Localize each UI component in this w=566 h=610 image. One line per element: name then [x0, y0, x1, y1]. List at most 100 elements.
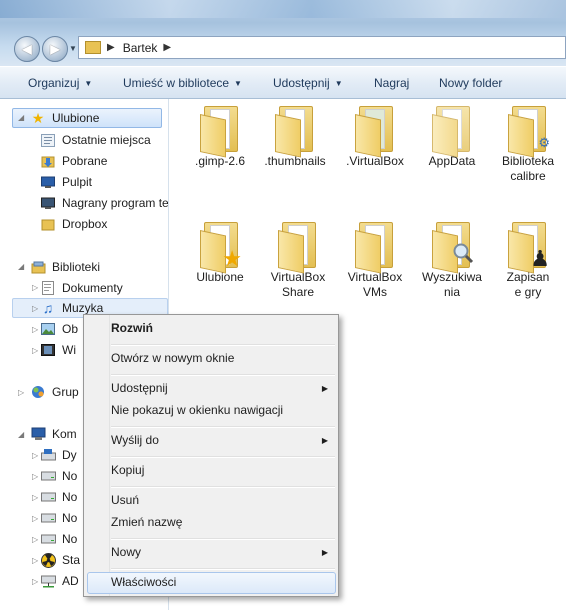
hard-drive-icon	[40, 490, 56, 504]
folder-virtualbox-share-label: VirtualBox Share	[270, 270, 326, 299]
collapse-icon[interactable]: ◢	[18, 262, 24, 271]
burn-button[interactable]: Nagraj	[374, 76, 409, 90]
nav-videos[interactable]: Wi	[40, 341, 76, 359]
libraries-icon	[30, 260, 46, 274]
menu-separator	[111, 374, 335, 376]
folder-chess-icon: ♟	[508, 222, 550, 274]
expand-icon[interactable]: ▷	[32, 346, 38, 355]
address-bar[interactable]: ▶ Bartek ▶	[78, 36, 566, 59]
folder-star-icon: ★	[200, 222, 242, 274]
recent-places-icon	[40, 133, 56, 147]
dropdown-arrow-icon: ▼	[234, 79, 242, 88]
expand-icon[interactable]: ▷	[32, 514, 38, 523]
menu-item-rename[interactable]: Zmień nazwę	[111, 515, 182, 529]
nav-drive-1-label: No	[62, 469, 78, 483]
nav-computer[interactable]: Kom	[30, 425, 77, 443]
expand-icon[interactable]: ▷	[32, 535, 38, 544]
expand-icon[interactable]: ▷	[32, 325, 38, 334]
nav-pictures[interactable]: Ob	[40, 320, 78, 338]
expand-icon[interactable]: ▷	[32, 283, 38, 292]
collapse-icon[interactable]: ◢	[18, 430, 24, 439]
nav-documents[interactable]: Dokumenty	[40, 279, 123, 297]
expand-icon[interactable]: ▷	[32, 493, 38, 502]
folder-calibre-library[interactable]: ⚙ Biblioteka calibre	[490, 106, 566, 184]
menu-item-send-to[interactable]: Wyślij do	[111, 433, 159, 447]
folder-virtualbox-vms-label: VirtualBox VMs	[347, 270, 403, 299]
folder-virtualbox-vms[interactable]: VirtualBox VMs	[337, 222, 413, 300]
nav-drive-1[interactable]: No	[40, 467, 77, 485]
menu-item-properties[interactable]: Właściwości	[111, 575, 176, 589]
downloads-folder-icon	[40, 154, 56, 168]
share-label: Udostępnij	[273, 76, 330, 90]
expand-icon[interactable]: ▷	[32, 472, 38, 481]
expand-icon[interactable]: ▷	[32, 577, 38, 586]
folder-saved-games[interactable]: ♟ Zapisane gry	[490, 222, 566, 300]
nav-dropbox[interactable]: Dropbox	[40, 215, 107, 233]
submenu-arrow-icon: ▶	[321, 384, 328, 393]
menu-item-new[interactable]: Nowy	[111, 545, 141, 559]
folder-gimp[interactable]: .gimp-2.6	[182, 106, 258, 169]
menu-item-share[interactable]: Udostępnij	[111, 381, 168, 395]
back-button[interactable]: ◀	[14, 36, 40, 62]
dropdown-arrow-icon: ▼	[84, 79, 93, 88]
expand-icon[interactable]: ▷	[18, 388, 24, 397]
nav-drive-4[interactable]: No	[40, 530, 77, 548]
nav-drive-0-label: Dy	[62, 448, 77, 462]
menu-separator	[111, 426, 335, 428]
menu-item-open-new-window[interactable]: Otwórz w nowym oknie	[111, 351, 234, 365]
folder-thumbnails[interactable]: .thumbnails	[257, 106, 333, 169]
folder-icon	[432, 106, 472, 158]
expand-icon[interactable]: ▷	[32, 451, 38, 460]
breadcrumb-separator-icon[interactable]: ▶	[107, 42, 115, 53]
system-drive-icon	[40, 448, 56, 462]
nav-drive-2[interactable]: No	[40, 488, 77, 506]
hard-drive-icon	[40, 511, 56, 525]
folder-icon	[278, 222, 318, 274]
nav-favorites[interactable]: ★ Ulubione	[30, 109, 100, 127]
nav-drive-0[interactable]: Dy	[40, 446, 77, 464]
video-film-icon	[40, 343, 56, 357]
magnifier-icon	[452, 242, 474, 266]
folder-favorites[interactable]: ★ Ulubione	[182, 222, 258, 285]
nav-libraries[interactable]: Biblioteki	[30, 258, 100, 276]
submenu-arrow-icon: ▶	[321, 548, 328, 557]
history-dropdown-icon[interactable]: ▼	[69, 44, 77, 53]
nav-drive-3[interactable]: No	[40, 509, 77, 527]
menu-item-copy[interactable]: Kopiuj	[111, 463, 144, 477]
homegroup-icon	[30, 385, 46, 399]
forward-button[interactable]: ▶	[42, 36, 68, 62]
nav-homegroup[interactable]: Grup	[30, 383, 79, 401]
menu-item-hide-in-nav[interactable]: Nie pokazuj w okienku nawigacji	[111, 403, 283, 417]
folder-appdata[interactable]: AppData	[414, 106, 490, 169]
nav-drive-5[interactable]: Sta	[40, 551, 80, 569]
nav-recent-places[interactable]: Ostatnie miejsca	[40, 131, 151, 149]
nav-videos-label: Wi	[62, 343, 76, 357]
organize-button[interactable]: Organizuj ▼	[28, 76, 92, 90]
expand-icon[interactable]: ▷	[32, 556, 38, 565]
breadcrumb-bartek[interactable]: Bartek	[123, 41, 158, 55]
nav-drive-6-label: AD	[62, 574, 79, 588]
add-to-library-button[interactable]: Umieść w bibliotece ▼	[123, 76, 242, 90]
nav-drive-6[interactable]: AD	[40, 572, 79, 590]
folder-icon	[275, 106, 315, 158]
share-button[interactable]: Udostępnij ▼	[273, 76, 343, 90]
breadcrumb-chevron-icon[interactable]: ▶	[163, 42, 171, 53]
expand-icon[interactable]: ▷	[32, 304, 38, 313]
nav-desktop[interactable]: Pulpit	[40, 173, 92, 191]
dropbox-folder-icon	[40, 217, 56, 231]
nav-downloads[interactable]: Pobrane	[40, 152, 107, 170]
new-folder-button[interactable]: Nowy folder	[439, 76, 502, 90]
nav-recorded-tv[interactable]: Nagrany program te	[40, 194, 169, 212]
folder-icon	[200, 106, 240, 158]
folder-searches[interactable]: Wyszukiwania	[414, 222, 490, 300]
folder-virtualbox-config[interactable]: .VirtualBox	[337, 106, 413, 169]
folder-virtualbox-share[interactable]: VirtualBox Share	[260, 222, 336, 300]
menu-item-expand[interactable]: Rozwiń	[111, 321, 153, 335]
collapse-icon[interactable]: ◢	[18, 113, 24, 122]
window-titlebar: ◀ ▶ ▼ ▶ Bartek ▶	[0, 0, 566, 66]
menu-item-delete[interactable]: Usuń	[111, 493, 139, 507]
nav-recorded-tv-label: Nagrany program te	[62, 196, 169, 210]
hard-drive-icon	[40, 532, 56, 546]
nav-music-label: Muzyka	[62, 301, 104, 315]
folder-search-icon	[432, 222, 474, 274]
